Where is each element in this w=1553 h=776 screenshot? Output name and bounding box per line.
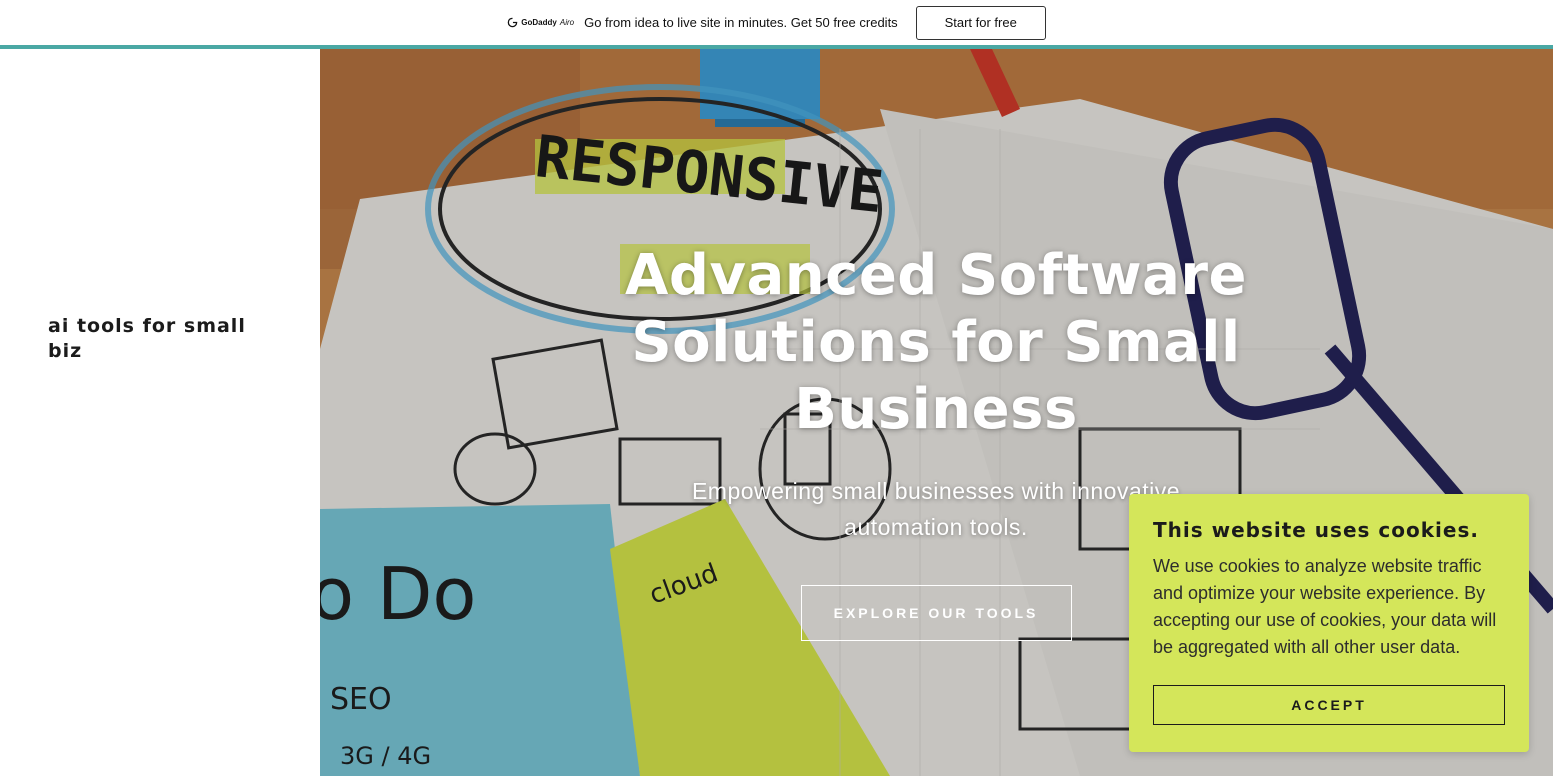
hero-title: Advanced Software Solutions for Small Bu… xyxy=(625,243,1247,442)
start-for-free-button[interactable]: Start for free xyxy=(915,5,1046,40)
site-title[interactable]: ai tools for small biz xyxy=(48,314,268,364)
cookie-banner: This website uses cookies. We use cookie… xyxy=(1129,494,1529,752)
promo-content: GoDaddy Airo Go from idea to live site i… xyxy=(507,5,1046,40)
cookie-message: We use cookies to analyze website traffi… xyxy=(1153,556,1497,657)
cookie-title: This website uses cookies. xyxy=(1153,518,1479,542)
promo-banner: GoDaddy Airo Go from idea to live site i… xyxy=(0,0,1553,45)
logo-text: GoDaddy xyxy=(521,18,557,27)
promo-message: Go from idea to live site in minutes. Ge… xyxy=(584,15,898,30)
godaddy-logo: GoDaddy Airo xyxy=(507,17,574,28)
explore-tools-button[interactable]: EXPLORE OUR TOOLS xyxy=(800,585,1072,641)
logo-suffix: Airo xyxy=(559,18,575,27)
sidebar: ai tools for small biz xyxy=(0,49,320,776)
godaddy-logo-icon xyxy=(508,17,518,28)
accept-cookies-button[interactable]: ACCEPT xyxy=(1153,685,1505,725)
